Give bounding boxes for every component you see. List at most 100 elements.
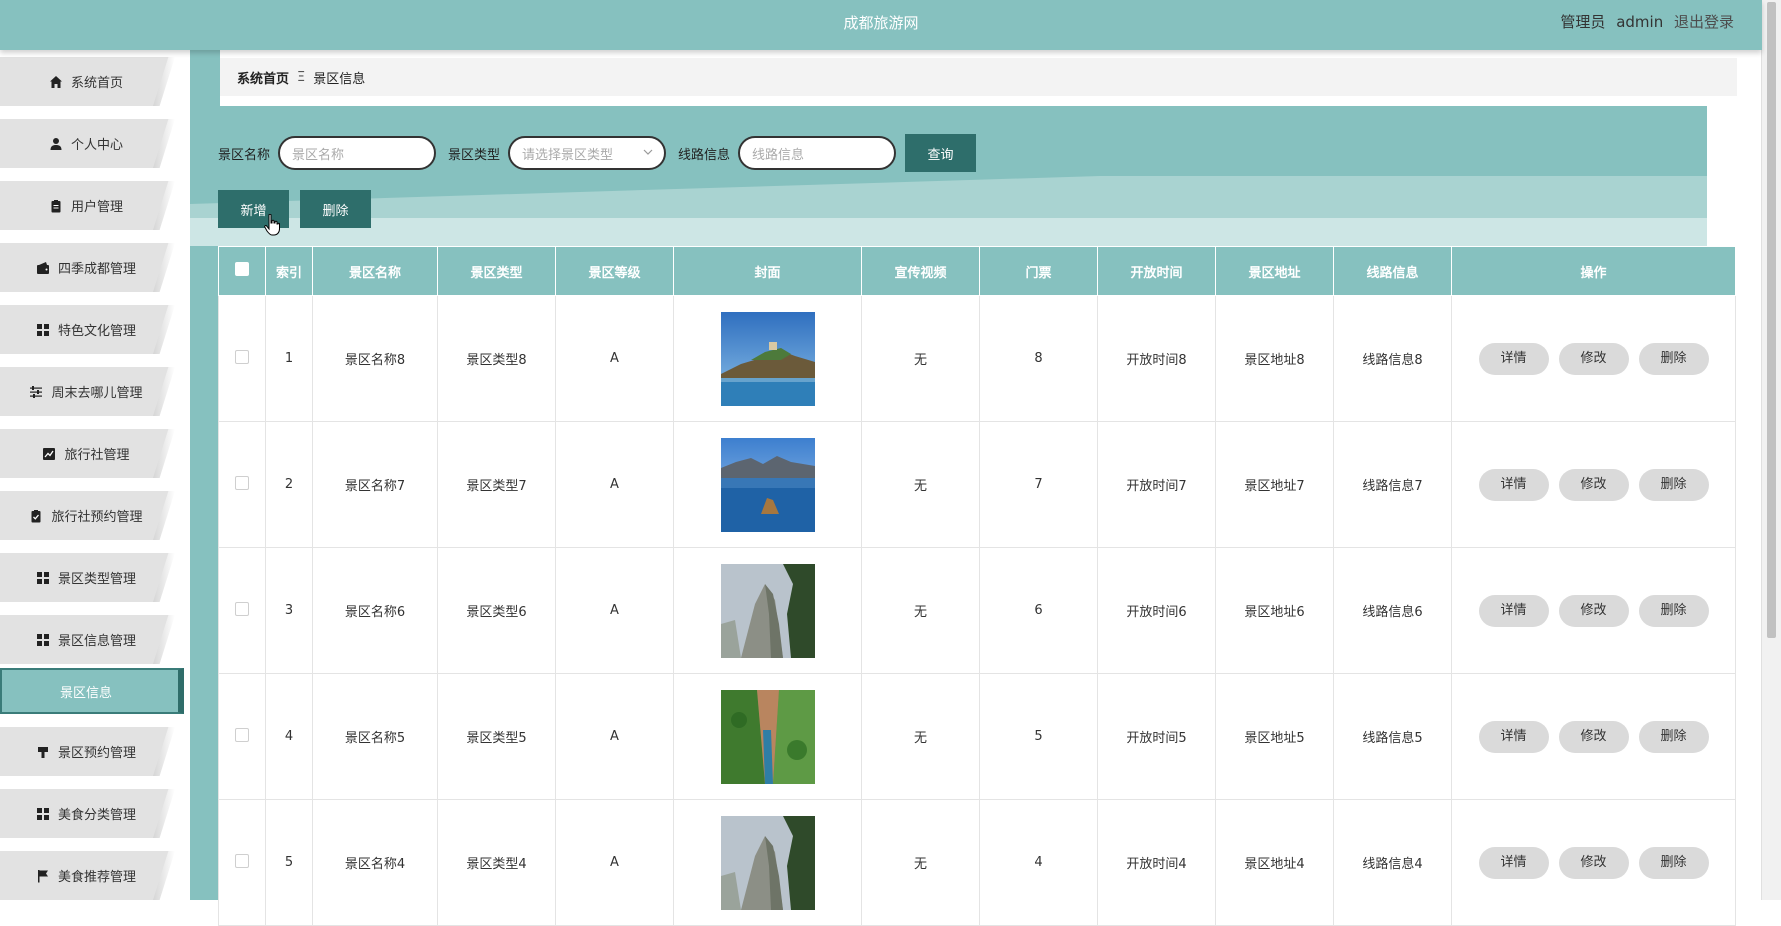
cell-level: A: [555, 421, 674, 548]
page-scrollbar[interactable]: [1761, 0, 1781, 900]
column-header: 景区地址: [1215, 246, 1334, 296]
column-header: 宣传视频: [861, 246, 980, 296]
cell-name: 景区名称8: [312, 295, 438, 422]
column-header: 封面: [673, 246, 862, 296]
logout-link[interactable]: 退出登录: [1674, 13, 1734, 31]
cell-route: 线路信息4: [1333, 799, 1452, 926]
column-header: 线路信息: [1333, 246, 1452, 296]
sidebar-item-label: 系统首页: [70, 76, 123, 91]
cover-image: [720, 815, 815, 910]
sidebar-item-label: 美食推荐管理: [57, 870, 136, 885]
edit-button[interactable]: 修改: [1558, 720, 1629, 753]
table-header-row: 索引 景区名称 景区类型 景区等级 封面 宣传视频 门票 开放时间 景区地址 线…: [218, 246, 1736, 296]
table-row: 1 景区名称8 景区类型8 A 无 8 开放时间8 景区地址8 线路信息8 详情…: [218, 295, 1736, 422]
sidebar-item-label: 景区信息管理: [57, 634, 136, 649]
search-form: 景区名称 景区名称 景区类型 请选择景区类型 线路信息 线路信息 查询: [218, 134, 977, 172]
cell-name: 景区名称7: [312, 421, 438, 548]
name-search-input[interactable]: 景区名称: [278, 136, 437, 170]
home-icon: [49, 75, 63, 89]
cell-video: 无: [861, 295, 980, 422]
row-checkbox[interactable]: [235, 853, 249, 868]
type-label: 景区类型: [448, 147, 501, 163]
route-search-input[interactable]: 线路信息: [738, 136, 897, 170]
breadcrumb-home[interactable]: 系统首页: [237, 68, 289, 87]
sidebar-item-label: 景区预约管理: [57, 746, 136, 761]
sidebar-subitem-scenic-info[interactable]: 景区信息: [0, 668, 184, 714]
table-row: 3 景区名称6 景区类型6 A 无 6 开放时间6 景区地址6 线路信息6 详情…: [218, 547, 1736, 674]
sidebar-item-food-recommend[interactable]: 美食推荐管理: [0, 844, 190, 900]
row-checkbox[interactable]: [235, 349, 249, 364]
podium-icon: [36, 745, 50, 759]
table-row: 2 景区名称7 景区类型7 A 无 7 开放时间7 景区地址7 线路信息7 详情…: [218, 421, 1736, 548]
sidebar-item-agency-booking[interactable]: 旅行社预约管理: [0, 484, 190, 546]
cell-actions: 详情 修改 删除: [1451, 295, 1736, 422]
cell-type: 景区类型4: [437, 799, 556, 926]
sidebar-item-seasons[interactable]: 四季成都管理: [0, 236, 190, 298]
edit-button[interactable]: 修改: [1558, 594, 1629, 627]
sidebar-item-weekend[interactable]: 周末去哪儿管理: [0, 360, 190, 422]
cell-type: 景区类型6: [437, 547, 556, 674]
detail-button[interactable]: 详情: [1478, 468, 1549, 501]
clipboard-icon: [49, 199, 63, 213]
cell-route: 线路信息7: [1333, 421, 1452, 548]
batch-delete-button[interactable]: 删除: [300, 190, 371, 228]
edit-button[interactable]: 修改: [1558, 342, 1629, 375]
sidebar-item-agency[interactable]: 旅行社管理: [0, 422, 190, 484]
delete-button[interactable]: 删除: [1638, 846, 1709, 879]
detail-button[interactable]: 详情: [1478, 846, 1549, 879]
edit-button[interactable]: 修改: [1558, 468, 1629, 501]
column-header: 景区等级: [555, 246, 674, 296]
cell-open-time: 开放时间4: [1097, 799, 1216, 926]
delete-button[interactable]: 删除: [1638, 342, 1709, 375]
scrollbar-thumb[interactable]: [1767, 2, 1776, 638]
column-header: 索引: [265, 246, 313, 296]
breadcrumb-current: 景区信息: [313, 71, 366, 87]
user-name: admin: [1616, 13, 1664, 31]
cell-open-time: 开放时间6: [1097, 547, 1216, 674]
column-header: 景区类型: [437, 246, 556, 296]
cell-route: 线路信息5: [1333, 673, 1452, 800]
cell-actions: 详情 修改 删除: [1451, 799, 1736, 926]
sidebar-item-home[interactable]: 系统首页: [0, 50, 190, 112]
edit-button[interactable]: 修改: [1558, 846, 1629, 879]
sidebar-item-food-category[interactable]: 美食分类管理: [0, 782, 190, 844]
select-all-checkbox[interactable]: [235, 262, 249, 276]
row-checkbox[interactable]: [235, 727, 249, 742]
type-select[interactable]: 请选择景区类型: [508, 136, 667, 170]
sidebar-item-scenic-booking[interactable]: 景区预约管理: [0, 720, 190, 782]
top-bar: 成都旅游网 管理员 admin 退出登录: [0, 0, 1762, 50]
grid-icon: [36, 571, 50, 585]
sidebar-item-label: 旅行社预约管理: [51, 510, 143, 525]
cover-image: [720, 437, 815, 532]
cell-level: A: [555, 673, 674, 800]
cell-route: 线路信息6: [1333, 547, 1452, 674]
breadcrumb-separator: Ξ: [297, 69, 306, 85]
cell-address: 景区地址6: [1215, 547, 1334, 674]
sidebar-item-personal[interactable]: 个人中心: [0, 112, 190, 174]
cell-index: 3: [265, 547, 313, 674]
cell-level: A: [555, 295, 674, 422]
sidebar-item-label: 景区类型管理: [57, 572, 136, 587]
cover-image: [720, 563, 815, 658]
cover-image: [720, 689, 815, 784]
detail-button[interactable]: 详情: [1478, 720, 1549, 753]
sidebar: 系统首页 个人中心 用户管理 四季成都管理 特色文化管理 周末去哪儿管理 旅行社…: [0, 50, 190, 900]
detail-button[interactable]: 详情: [1478, 594, 1549, 627]
user-role: 管理员: [1560, 13, 1606, 31]
sidebar-item-users[interactable]: 用户管理: [0, 174, 190, 236]
sidebar-item-culture[interactable]: 特色文化管理: [0, 298, 190, 360]
row-checkbox[interactable]: [235, 475, 249, 490]
detail-button[interactable]: 详情: [1478, 342, 1549, 375]
delete-button[interactable]: 删除: [1638, 468, 1709, 501]
delete-button[interactable]: 删除: [1638, 594, 1709, 627]
delete-button[interactable]: 删除: [1638, 720, 1709, 753]
sidebar-item-scenic-info[interactable]: 景区信息管理: [0, 608, 190, 670]
cell-video: 无: [861, 673, 980, 800]
name-label: 景区名称: [218, 147, 271, 163]
cell-name: 景区名称4: [312, 799, 438, 926]
query-button[interactable]: 查询: [905, 134, 977, 172]
row-checkbox[interactable]: [235, 601, 249, 616]
sidebar-item-scenic-type[interactable]: 景区类型管理: [0, 546, 190, 608]
type-select-placeholder: 请选择景区类型: [522, 147, 614, 163]
cell-video: 无: [861, 799, 980, 926]
